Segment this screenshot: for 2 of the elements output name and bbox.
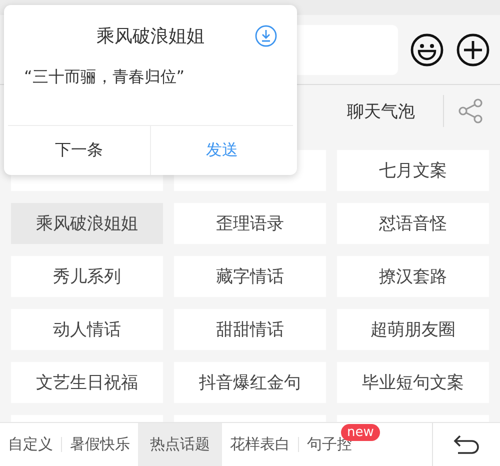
popup-title: 乘风破浪姐姐 <box>96 25 204 48</box>
quote-text: “三十而骊，青春归位” <box>23 67 186 88</box>
